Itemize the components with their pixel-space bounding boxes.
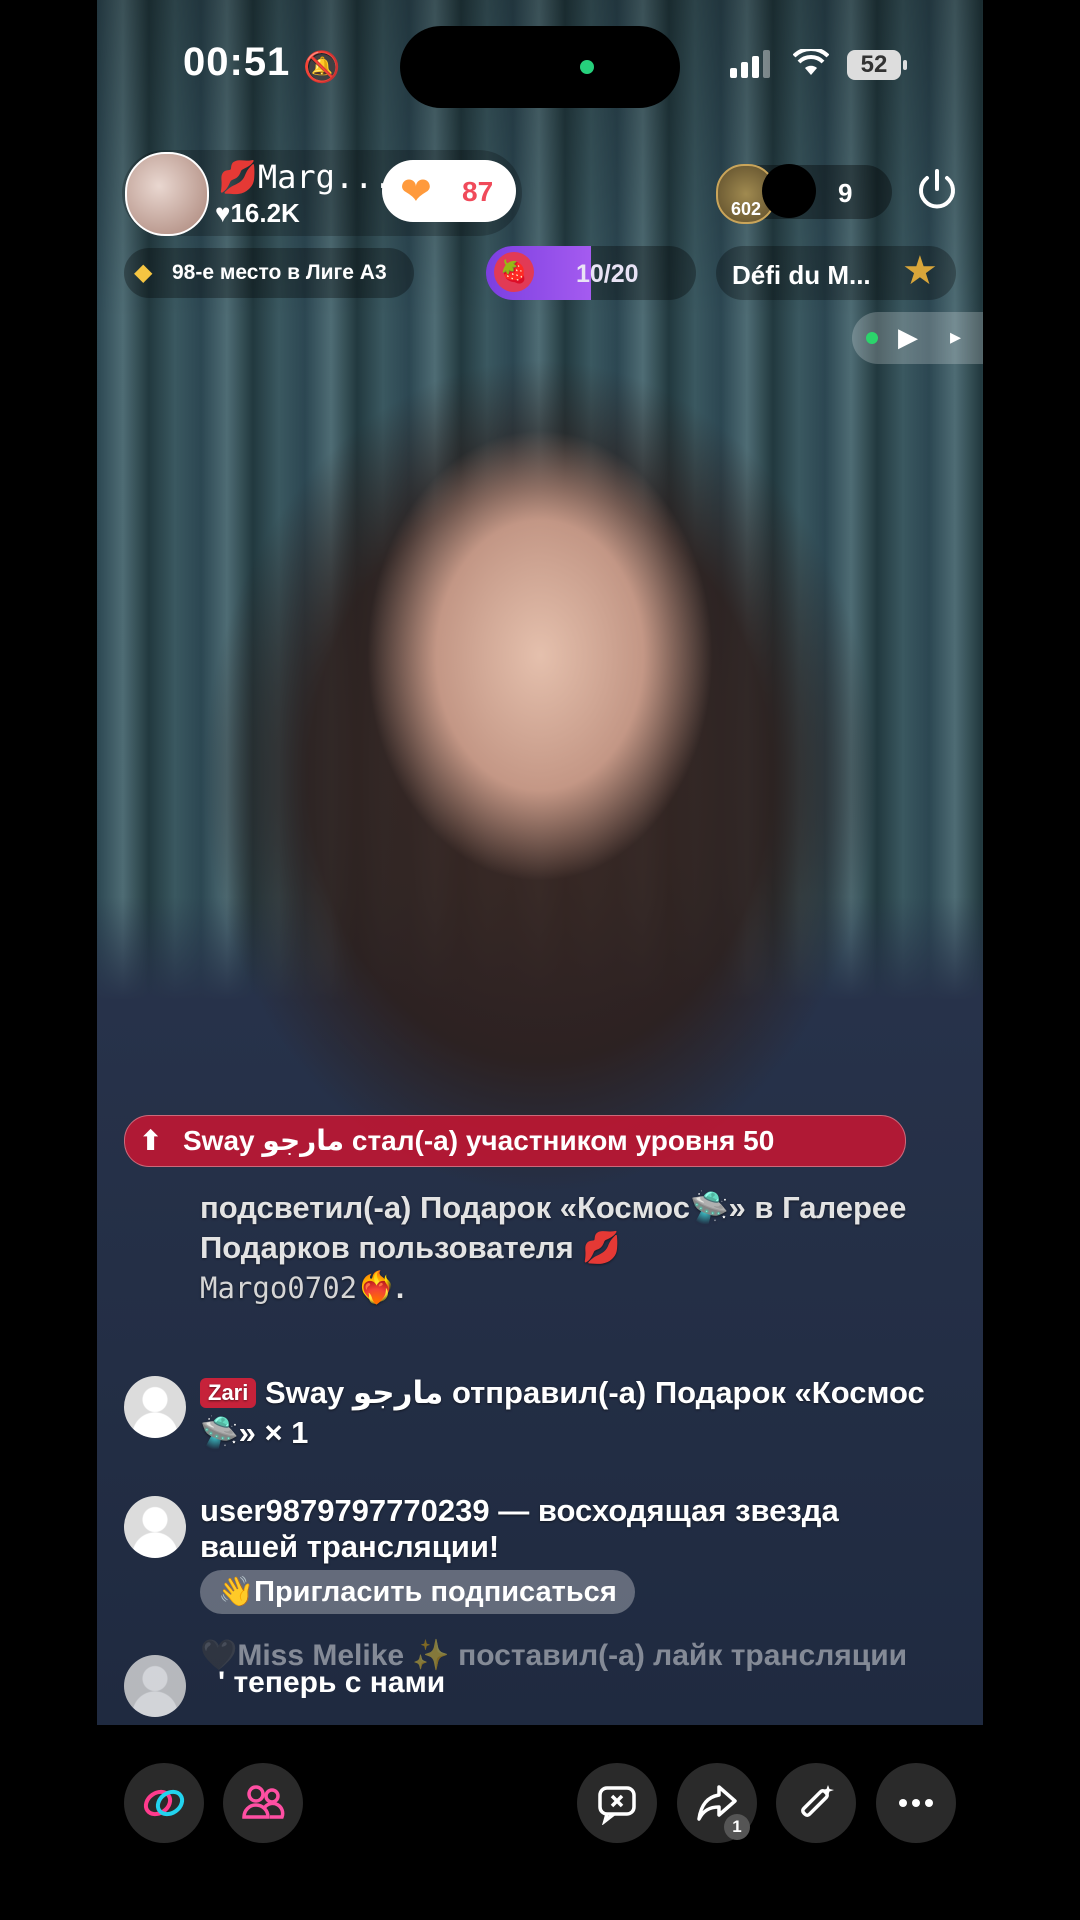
more-icon <box>899 1799 933 1807</box>
comment-username[interactable]: Sway مارجو <box>265 1375 443 1410</box>
status-time: 00:51 <box>183 40 291 84</box>
league-text: 98-е место в Лиге A3 <box>172 261 387 284</box>
host-avatar[interactable] <box>125 152 209 236</box>
comment-gift-sent: Zari Sway مارجو отправил(-а) Подарок «Ко… <box>200 1373 940 1453</box>
follow-count: 87 <box>462 176 494 207</box>
host-name[interactable]: 💋Marg... <box>218 158 393 196</box>
comment-username[interactable]: Margo0702 <box>200 1271 357 1305</box>
commenter-avatar[interactable] <box>124 1496 186 1558</box>
invite-follow-button[interactable]: 👋Пригласить подписаться <box>200 1570 635 1614</box>
comment-text: подсветил(-а) Подарок «Космос🛸» в Галере… <box>200 1190 907 1265</box>
fan-badge[interactable]: Zari <box>200 1378 257 1408</box>
diamond-icon: ◆ <box>134 259 153 286</box>
power-icon[interactable] <box>912 165 962 215</box>
camera-indicator <box>580 60 594 74</box>
banner-text: Sway مارجو стал(-а) участником уровня 50 <box>183 1125 775 1156</box>
link-button[interactable] <box>124 1763 204 1843</box>
gift-goal-icon: 🍓 <box>494 252 534 292</box>
viewer-avatar[interactable] <box>762 164 816 218</box>
follow-button[interactable]: ❤ 87 <box>382 160 516 222</box>
joined-notice: ' теперь с нами <box>218 1666 446 1699</box>
arrow-up-icon: ⬆ <box>139 1125 163 1156</box>
goal-progress[interactable]: 🍓 10/20 <box>486 246 696 300</box>
guests-icon <box>242 1785 285 1819</box>
comment-toggle-icon <box>598 1786 636 1825</box>
share-count-badge: 1 <box>724 1814 750 1840</box>
challenge-text: Défi du M... <box>732 260 871 290</box>
comment-rising-star: user9879797770239 — восходящая звезда ва… <box>200 1493 940 1565</box>
comment-toggle-button[interactable] <box>577 1763 657 1843</box>
goal-text: 10/20 <box>576 260 639 288</box>
comment-gift-gallery: подсветил(-а) Подарок «Космос🛸» в Галере… <box>200 1188 920 1308</box>
viewer-count[interactable]: 9 <box>838 178 852 209</box>
host-likes: ♥16.2K <box>215 198 300 228</box>
more-button[interactable] <box>876 1763 956 1843</box>
league-rank[interactable]: ◆ 98-е место в Лиге A3 <box>124 248 414 298</box>
wifi-icon <box>792 44 830 86</box>
heart-icon: ❤ <box>400 171 432 213</box>
chevron-right-icon: ▸ <box>950 324 962 349</box>
comment-username[interactable]: user9879797770239 <box>200 1493 490 1528</box>
magic-wand-icon <box>801 1785 834 1817</box>
level-up-banner: ⬆ Sway مارجو стал(-а) участником уровня … <box>124 1115 906 1167</box>
trophy-icon: ★ <box>902 249 938 293</box>
dynamic-island <box>400 26 680 108</box>
commenter-avatar[interactable] <box>124 1655 186 1717</box>
bell-muted-icon: 🔕 <box>303 51 341 84</box>
effects-button[interactable] <box>776 1763 856 1843</box>
mini-player-toggle[interactable]: ▶ ▸ <box>852 312 983 364</box>
live-dot <box>866 332 878 344</box>
signal-icon <box>730 50 774 78</box>
guests-button[interactable] <box>223 1763 303 1843</box>
challenge-pill[interactable]: Défi du M... ★ <box>716 246 956 300</box>
battery-icon: 52 <box>847 50 907 80</box>
link-icon <box>143 1789 185 1817</box>
play-icon: ▶ <box>898 322 918 352</box>
commenter-avatar[interactable] <box>124 1376 186 1438</box>
comment-text-end: ❤️‍🔥. <box>357 1270 405 1305</box>
